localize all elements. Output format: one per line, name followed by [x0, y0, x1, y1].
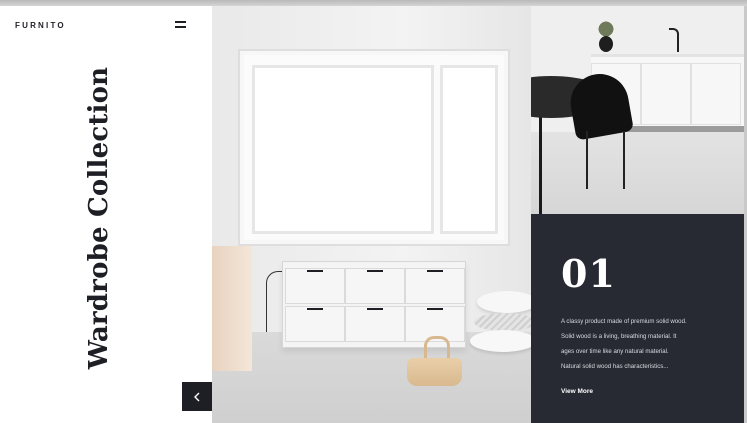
hamburger-menu-icon[interactable]	[175, 21, 186, 28]
brand-logo[interactable]: FURNITO	[15, 21, 66, 30]
hero-basket	[407, 358, 462, 386]
view-more-link[interactable]: View More	[561, 388, 593, 395]
kitchen-image	[531, 6, 744, 214]
chevron-left-icon	[194, 392, 200, 401]
kitchen-table-leg	[539, 101, 542, 214]
feature-panel: 01 A classy product made of premium soli…	[531, 214, 744, 423]
hero-pillow	[470, 330, 531, 352]
feature-description: A classy product made of premium solid w…	[561, 318, 687, 370]
hero-pillow	[477, 291, 531, 313]
prev-slide-button[interactable]	[182, 382, 212, 411]
page: FURNITO Wardrobe Collection 01 A classy …	[0, 6, 744, 423]
hero-window	[240, 51, 508, 244]
left-column: FURNITO Wardrobe Collection	[0, 6, 241, 423]
feature-number: 01	[561, 251, 616, 296]
kitchen-vase	[599, 36, 613, 52]
hero-pillow-striped	[474, 313, 531, 331]
hero-bed	[212, 246, 252, 371]
hero-image-bedroom	[212, 6, 531, 423]
hero-dresser	[282, 261, 466, 348]
collection-title: Wardrobe Collection	[84, 66, 114, 370]
kitchen-tap	[669, 28, 679, 52]
